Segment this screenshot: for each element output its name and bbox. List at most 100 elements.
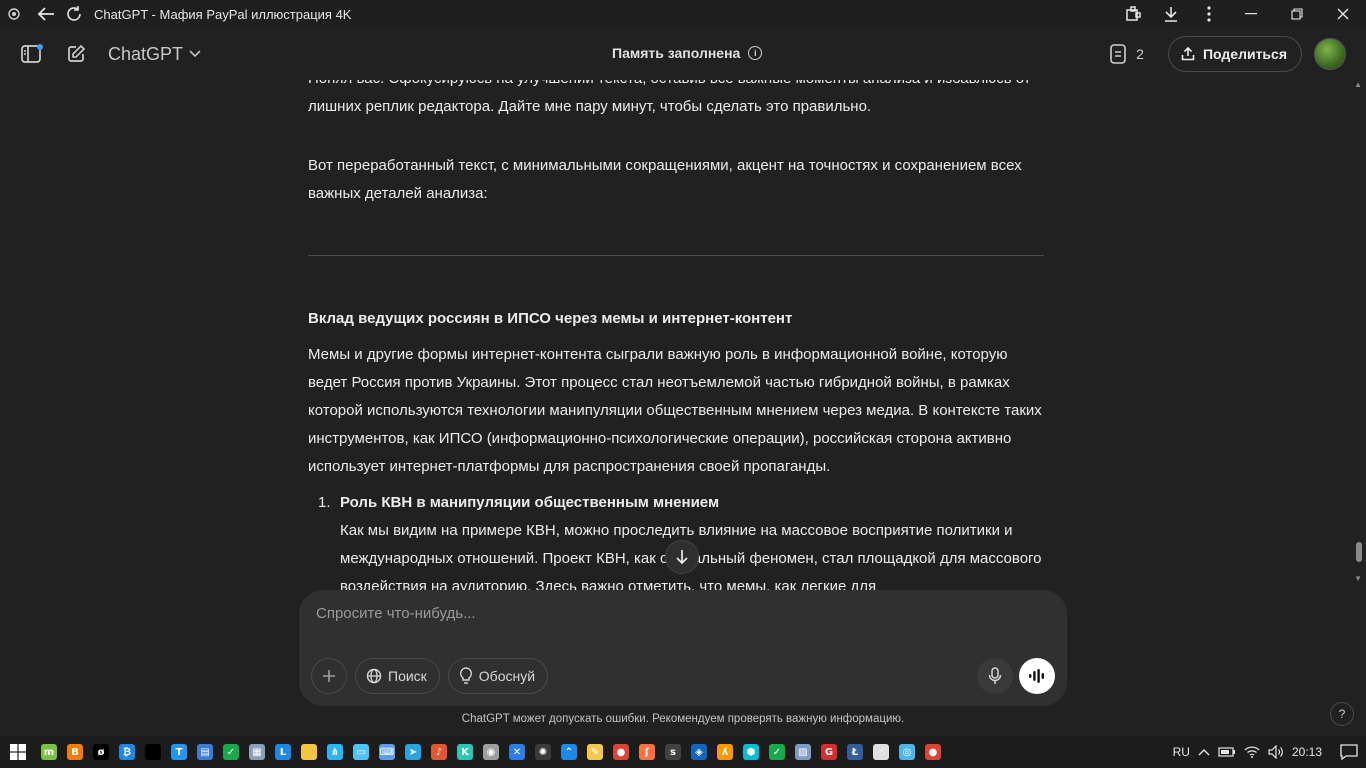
- app-header: ChatGPT Память заполнена i 2 Поделиться: [0, 28, 1366, 80]
- check2-app-icon-glyph: ✓: [769, 744, 785, 760]
- circle-app-icon[interactable]: ◎: [894, 736, 920, 768]
- chrome2-icon[interactable]: ●: [920, 736, 946, 768]
- window-app-icon[interactable]: ▤: [192, 736, 218, 768]
- litecoin-icon[interactable]: Ł: [842, 736, 868, 768]
- bitcoin-app-icon[interactable]: ₿: [114, 736, 140, 768]
- chatgpt-taskbar-icon[interactable]: ✺: [530, 736, 556, 768]
- eye-app-icon[interactable]: ◉: [478, 736, 504, 768]
- l-app-icon[interactable]: L: [270, 736, 296, 768]
- shield-app-icon[interactable]: ◈: [686, 736, 712, 768]
- assistant-paragraph: Понял вас. Сфокусируюсь на улучшении тек…: [308, 80, 1031, 115]
- message-composer: Поиск Обоснуй: [299, 590, 1067, 706]
- new-chat-icon[interactable]: [62, 40, 90, 68]
- windows-start-icon[interactable]: [0, 736, 36, 768]
- keyboard-app-icon[interactable]: ⌨: [374, 736, 400, 768]
- blogger-icon-glyph: B: [67, 744, 83, 760]
- tools-app-icon[interactable]: ✕: [504, 736, 530, 768]
- check2-app-icon[interactable]: ✓: [764, 736, 790, 768]
- s-app-icon[interactable]: s: [660, 736, 686, 768]
- battery-icon[interactable]: [1218, 747, 1236, 757]
- document-icon: [1110, 44, 1126, 64]
- share-button[interactable]: Поделиться: [1167, 36, 1302, 72]
- attach-button[interactable]: [311, 658, 347, 694]
- notes-app-icon[interactable]: ✎: [582, 736, 608, 768]
- m-app-icon[interactable]: m: [36, 736, 62, 768]
- fox-app-icon[interactable]: ʎ: [712, 736, 738, 768]
- volume-icon[interactable]: [1268, 745, 1284, 759]
- image-viewer-icon[interactable]: ▦: [244, 736, 270, 768]
- section-heading: Вклад ведущих россиян в ИПСО через мемы …: [308, 310, 793, 327]
- scroll-down-arrow-icon[interactable]: ▼: [1354, 574, 1362, 583]
- dictate-button[interactable]: [977, 658, 1013, 694]
- chevron-down-icon: [189, 50, 201, 58]
- blogger-icon[interactable]: B: [62, 736, 88, 768]
- telegram-icon[interactable]: ➤: [400, 736, 426, 768]
- scrollbar-thumb[interactable]: [1356, 542, 1362, 562]
- minimize-icon[interactable]: [1228, 0, 1274, 28]
- check-app-icon[interactable]: ✓: [218, 736, 244, 768]
- black-app-icon[interactable]: ø: [88, 736, 114, 768]
- chrome-icon[interactable]: ●: [608, 736, 634, 768]
- g-app-icon[interactable]: G: [816, 736, 842, 768]
- feather-app-icon[interactable]: ʃ: [634, 736, 660, 768]
- network-app-icon[interactable]: ⋔: [322, 736, 348, 768]
- feather-app-icon-glyph: ʃ: [639, 744, 655, 760]
- translate-icon[interactable]: T: [166, 736, 192, 768]
- scroll-down-button[interactable]: [665, 540, 699, 574]
- cube-app-icon[interactable]: ⬢: [738, 736, 764, 768]
- image-viewer-icon-glyph: ▦: [249, 744, 265, 760]
- cube-app-icon-glyph: ⬢: [743, 744, 759, 760]
- folder-icon-glyph: [301, 744, 317, 760]
- hand-app-icon[interactable]: ☝: [868, 736, 894, 768]
- reason-button[interactable]: Обоснуй: [447, 658, 549, 694]
- wifi-icon[interactable]: [1244, 746, 1260, 758]
- black-square-icon[interactable]: [140, 736, 166, 768]
- l-app-icon-glyph: L: [275, 744, 291, 760]
- bitcoin-app-icon-glyph: ₿: [119, 744, 135, 760]
- download-icon[interactable]: [1152, 0, 1190, 28]
- scroll-up-arrow-icon[interactable]: ▲: [1354, 80, 1362, 89]
- notifications-icon[interactable]: [1340, 744, 1358, 760]
- up-app-icon[interactable]: ⌃: [556, 736, 582, 768]
- tools-app-icon-glyph: ✕: [509, 744, 525, 760]
- restore-icon[interactable]: [1274, 0, 1320, 28]
- avatar[interactable]: [1314, 38, 1346, 70]
- network-app-icon-glyph: ⋔: [327, 744, 343, 760]
- monitor-app-icon-glyph: ▭: [353, 744, 369, 760]
- voice-mode-button[interactable]: [1019, 658, 1055, 694]
- folder-icon[interactable]: [296, 736, 322, 768]
- window-title: ChatGPT - Мафия PayPal иллюстрация 4K: [94, 6, 352, 22]
- music-app-icon-glyph: ♪: [431, 744, 447, 760]
- disclaimer: ChatGPT может допускать ошибки. Рекоменд…: [461, 713, 905, 725]
- sidebar-toggle-icon[interactable]: [18, 40, 46, 68]
- photo-app-icon-glyph: ▨: [795, 744, 811, 760]
- help-button[interactable]: ?: [1330, 702, 1354, 726]
- k-app-icon[interactable]: K: [452, 736, 478, 768]
- back-arrow-icon[interactable]: [32, 0, 60, 28]
- more-menu-icon[interactable]: [1190, 0, 1228, 28]
- clock[interactable]: 20:13: [1292, 745, 1322, 759]
- close-icon[interactable]: [1320, 0, 1366, 28]
- photo-app-icon[interactable]: ▨: [790, 736, 816, 768]
- info-icon[interactable]: i: [748, 46, 763, 60]
- reload-icon[interactable]: [60, 0, 88, 28]
- assistant-paragraph: Вот переработанный текст, с минимальными…: [308, 157, 1022, 202]
- documents-button[interactable]: 2: [1110, 44, 1144, 64]
- music-app-icon[interactable]: ♪: [426, 736, 452, 768]
- search-button[interactable]: Поиск: [355, 658, 440, 694]
- prompt-input[interactable]: [316, 605, 1046, 622]
- model-name: ChatGPT: [108, 43, 184, 64]
- language-indicator[interactable]: RU: [1173, 745, 1190, 759]
- taskbar: m Bø ₿ T ▤ ✓ ▦ L ⋔ ▭ ⌨ ➤ ♪ K ◉ ✕ ✺ ⌃ ✎ ● ʃ s ◈ ʎ ⬢ ✓ ▨ G Ł ☝ ◎ ● RU 20:…: [0, 736, 1366, 768]
- shield-app-icon-glyph: ◈: [691, 744, 707, 760]
- page-scrollbar[interactable]: ▲ ▼: [1352, 80, 1366, 590]
- chevron-up-icon[interactable]: [1198, 748, 1210, 756]
- monitor-app-icon[interactable]: ▭: [348, 736, 374, 768]
- memory-status[interactable]: Память заполнена i: [612, 45, 763, 61]
- model-selector[interactable]: ChatGPT: [108, 44, 201, 65]
- extensions-icon[interactable]: [1114, 0, 1152, 28]
- circle-app-icon-glyph: ◎: [899, 744, 915, 760]
- divider: [308, 255, 1044, 256]
- hand-app-icon-glyph: ☝: [873, 744, 889, 760]
- app-menu-icon[interactable]: [0, 0, 28, 28]
